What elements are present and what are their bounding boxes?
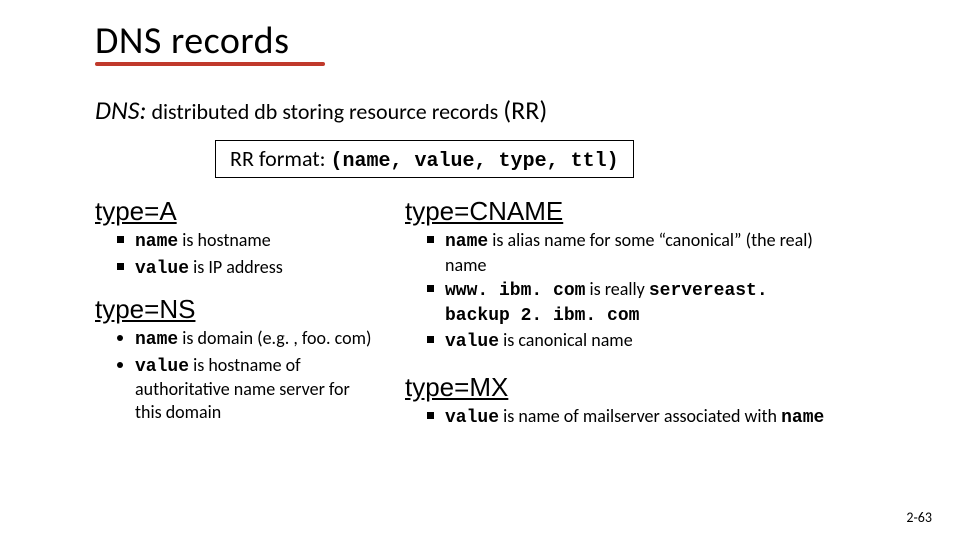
slide-number: 2-63	[906, 509, 932, 526]
txt: is hostname	[178, 229, 271, 251]
list-item: www. ibm. com is really servereast. back…	[427, 278, 825, 327]
kw: value	[135, 357, 189, 377]
list-item: name is hostname	[117, 229, 375, 254]
list-type-ns: name is domain (e.g. , foo. com) value i…	[117, 327, 375, 423]
columns: type=A name is hostname value is IP addr…	[95, 196, 865, 443]
page-title: DNS records	[95, 18, 865, 64]
rr-format-tuple: (name, value, type, ttl)	[331, 150, 619, 173]
heading-type-mx: type=MX	[405, 372, 825, 403]
kw: value	[445, 408, 499, 428]
txt: is name of mailserver associated with	[499, 405, 781, 427]
column-right: type=CNAME name is alias name for some “…	[405, 196, 825, 443]
list-item: value is name of mailserver associated w…	[427, 405, 825, 430]
list-type-cname: name is alias name for some “canonical” …	[427, 229, 825, 354]
kw: value	[445, 332, 499, 352]
subtitle: DNS: distributed db storing resource rec…	[95, 94, 865, 126]
kw: www. ibm. com	[445, 281, 585, 301]
list-type-mx: value is name of mailserver associated w…	[427, 405, 825, 430]
kw: name	[781, 408, 824, 428]
column-left: type=A name is hostname value is IP addr…	[95, 196, 375, 443]
kw: value	[135, 259, 189, 279]
txt: is canonical name	[499, 329, 633, 351]
heading-type-cname: type=CNAME	[405, 196, 825, 227]
subtitle-rr: (RR)	[503, 94, 547, 126]
txt: is alias name for some “canonical” (the …	[445, 229, 813, 276]
txt: is IP address	[189, 256, 283, 278]
rr-format-box: RR format: (name, value, type, ttl)	[215, 140, 634, 178]
kw: name	[445, 232, 488, 252]
slide: DNS records DNS: distributed db storing …	[0, 0, 960, 540]
kw: name	[135, 232, 178, 252]
txt: is domain (e.g. , foo. com)	[178, 327, 371, 349]
heading-type-a: type=A	[95, 196, 375, 227]
heading-type-ns: type=NS	[95, 294, 375, 325]
list-item: name is alias name for some “canonical” …	[427, 229, 825, 276]
list-item: value is canonical name	[427, 329, 825, 354]
kw: name	[135, 330, 178, 350]
subtitle-text: distributed db storing resource records	[146, 98, 503, 125]
list-type-a: name is hostname value is IP address	[117, 229, 375, 280]
subtitle-dns: DNS:	[95, 94, 146, 126]
list-item: value is hostname of authoritative name …	[117, 354, 375, 424]
rr-format-label: RR format:	[230, 145, 331, 172]
list-item: name is domain (e.g. , foo. com)	[117, 327, 375, 352]
list-item: value is IP address	[117, 256, 375, 281]
txt: is really	[585, 278, 648, 300]
